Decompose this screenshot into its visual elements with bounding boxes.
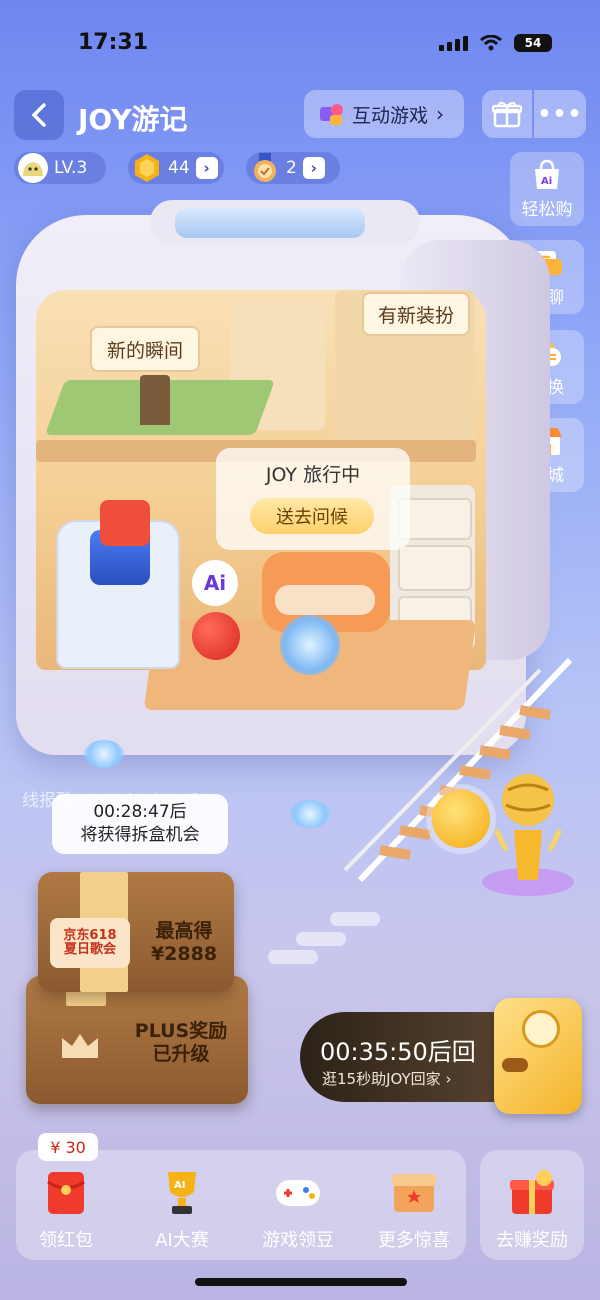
battery-icon: 54 bbox=[514, 34, 552, 52]
dock-item-earn-rewards[interactable]: 去赚奖励 bbox=[482, 1158, 582, 1252]
red-packet-price-badge: ¥ 30 bbox=[38, 1133, 98, 1161]
dock-item-label: AI大赛 bbox=[155, 1230, 209, 1251]
dock-item-ai-contest[interactable]: AI AI大赛 bbox=[132, 1158, 232, 1252]
status-time: 17:31 bbox=[78, 30, 149, 55]
back-button[interactable] bbox=[14, 90, 64, 140]
fridge-drawer bbox=[398, 545, 472, 591]
medal-value: 2 bbox=[286, 158, 297, 178]
thruster-light bbox=[84, 740, 124, 768]
unbox-timer-bubble: 00:28:47后 将获得拆盒机会 bbox=[52, 794, 228, 854]
jd-618-logo: 京东618 夏日歌会 bbox=[50, 918, 130, 968]
medal-chevron-icon[interactable]: › bbox=[302, 157, 325, 179]
svg-text:Ai: Ai bbox=[541, 176, 552, 187]
plus-reward-text: PLUS奖励 已升级 bbox=[134, 1020, 228, 1065]
more-icon: ••• bbox=[537, 101, 583, 127]
more-options-button[interactable]: ••• bbox=[534, 90, 586, 138]
level-stat[interactable]: LV.3 bbox=[14, 152, 106, 184]
coin-icon bbox=[132, 153, 162, 183]
red-packet-icon bbox=[47, 1172, 85, 1214]
gift-button[interactable] bbox=[482, 90, 532, 138]
medal-stat[interactable]: 2 › bbox=[246, 152, 340, 184]
send-greeting-button[interactable]: 送去问候 bbox=[250, 498, 374, 534]
interactive-games-button[interactable]: 互动游戏 › bbox=[304, 90, 464, 138]
stepping-stone bbox=[268, 950, 318, 964]
roof-window bbox=[175, 208, 365, 238]
floating-gift-icon[interactable] bbox=[100, 500, 150, 546]
ai-badge-icon[interactable]: Ai bbox=[192, 560, 238, 606]
page-title: JOY游记 bbox=[78, 103, 188, 136]
gift-icon bbox=[492, 101, 522, 128]
crown-icon bbox=[58, 1030, 102, 1066]
chevron-right-icon: › bbox=[436, 102, 445, 126]
side-item-easy-buy[interactable]: Ai 轻松购 bbox=[510, 152, 584, 226]
reward-gift-icon bbox=[510, 1170, 554, 1214]
shopping-bag-icon: Ai bbox=[535, 159, 559, 189]
dock-item-label: 领红包 bbox=[39, 1230, 93, 1251]
wifi-icon bbox=[480, 35, 502, 51]
ai-trophy-icon: AI bbox=[168, 1172, 196, 1214]
return-timer: 00:35:50后回 bbox=[320, 1038, 476, 1066]
level-value: LV.3 bbox=[54, 158, 88, 178]
chevron-right-icon: › bbox=[445, 1070, 452, 1088]
games-icon bbox=[320, 104, 343, 125]
side-item-label: 轻松购 bbox=[521, 199, 573, 220]
chevron-left-icon bbox=[31, 103, 46, 127]
dock-item-more-surprises[interactable]: 更多惊喜 bbox=[364, 1158, 464, 1252]
dock-item-label: 去赚奖励 bbox=[496, 1230, 568, 1251]
coin-value: 44 bbox=[168, 158, 190, 178]
stepping-stone bbox=[296, 932, 346, 946]
vault-window bbox=[522, 1010, 560, 1048]
thruster-light bbox=[290, 800, 330, 828]
return-subtitle: 逛15秒助JOY回家 › bbox=[322, 1070, 452, 1088]
coin-stat[interactable]: 44 › bbox=[128, 152, 224, 184]
coin-bubble-icon[interactable] bbox=[432, 790, 490, 848]
games-label: 互动游戏 bbox=[352, 104, 429, 127]
coin-chevron-icon[interactable]: › bbox=[195, 157, 218, 179]
dock-item-game-beans[interactable]: 游戏领豆 bbox=[248, 1158, 348, 1252]
max-reward-text: 最高得 ¥2888 bbox=[150, 920, 218, 965]
dock-item-label: 更多惊喜 bbox=[378, 1230, 450, 1251]
medal-icon bbox=[250, 153, 280, 183]
game-controller-icon bbox=[276, 1180, 320, 1206]
joy-red-ball-character[interactable] bbox=[192, 612, 240, 660]
status-icons: 54 bbox=[439, 34, 552, 52]
level-avatar-icon bbox=[18, 153, 48, 183]
dock-item-red-packet[interactable]: 领红包 bbox=[16, 1158, 116, 1252]
svg-text:AI: AI bbox=[174, 1180, 185, 1191]
trophy-icon[interactable] bbox=[478, 760, 578, 900]
unbox-timer-time: 00:28:47后 bbox=[93, 802, 187, 823]
home-indicator[interactable] bbox=[195, 1278, 407, 1286]
unbox-timer-subtitle: 将获得拆盒机会 bbox=[80, 825, 200, 845]
sofa-cushion bbox=[275, 585, 375, 615]
hologram-pad bbox=[280, 615, 340, 675]
travel-status-text: JOY 旅行中 bbox=[265, 464, 361, 486]
pagoda-icon bbox=[140, 375, 170, 425]
dock-item-label: 游戏领豆 bbox=[262, 1230, 334, 1251]
surprise-box-icon bbox=[392, 1174, 436, 1212]
stepping-stone bbox=[330, 912, 380, 926]
vault-handle bbox=[502, 1058, 528, 1072]
new-outfit-label[interactable]: 有新装扮 bbox=[362, 292, 470, 336]
signal-icon bbox=[439, 35, 468, 51]
moments-label[interactable]: 新的瞬间 bbox=[90, 326, 200, 372]
